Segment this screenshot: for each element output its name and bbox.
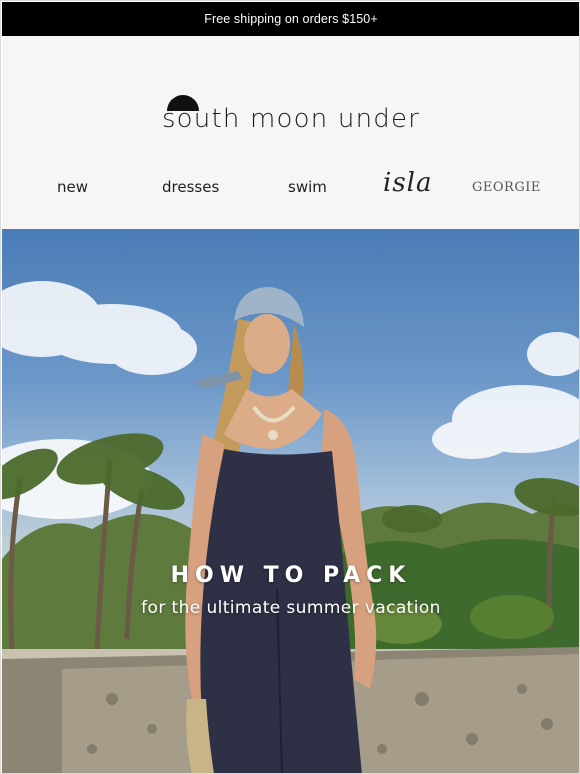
main-nav: new dresses swim isla GEORGIE	[2, 168, 579, 212]
header: south moon under new dresses swim isla G…	[2, 36, 579, 229]
nav-item-isla[interactable]: isla	[383, 168, 432, 198]
hero-banner[interactable]: HOW TO PACK for the ultimate summer vaca…	[2, 229, 579, 773]
nav-item-georgie[interactable]: GEORGIE	[472, 180, 541, 195]
nav-item-new[interactable]: new	[57, 178, 88, 196]
promo-text: Free shipping on orders $150+	[204, 12, 378, 26]
brand-logo[interactable]: south moon under	[2, 104, 579, 134]
nav-item-swim[interactable]: swim	[288, 178, 327, 196]
nav-item-dresses[interactable]: dresses	[162, 178, 219, 196]
promo-bar[interactable]: Free shipping on orders $150+	[2, 2, 579, 36]
hero-image	[2, 281, 579, 773]
hero-title: HOW TO PACK	[170, 563, 412, 588]
email-frame: Free shipping on orders $150+ south moon…	[0, 0, 580, 774]
hero-subtitle: for the ultimate summer vacation	[141, 598, 441, 618]
